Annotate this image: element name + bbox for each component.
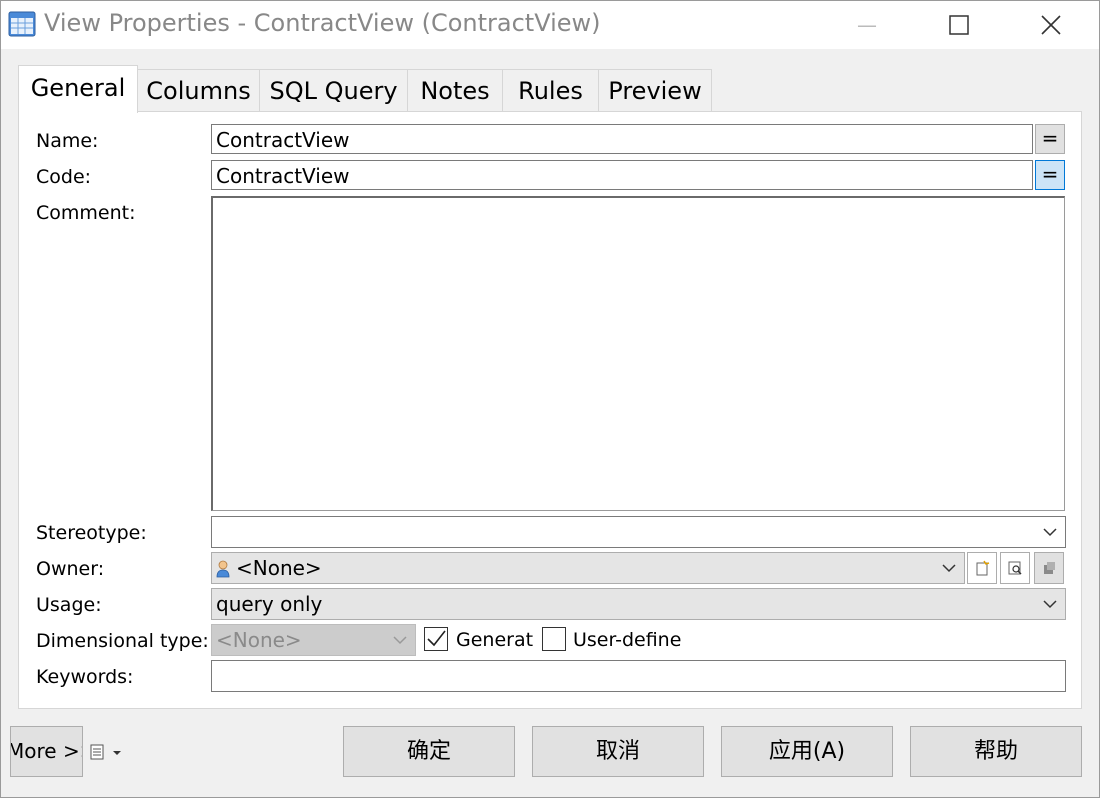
close-icon bbox=[1041, 15, 1061, 35]
dimensional-type-label: Dimensional type: bbox=[36, 630, 209, 652]
minimize-button[interactable]: — bbox=[821, 1, 913, 49]
owner-properties-button[interactable] bbox=[1000, 552, 1030, 584]
comment-label: Comment: bbox=[36, 202, 136, 224]
code-name-sync-button[interactable]: = bbox=[1035, 160, 1065, 190]
document-menu-icon bbox=[90, 744, 121, 760]
tab-general[interactable]: General bbox=[18, 65, 138, 113]
properties-icon bbox=[1008, 561, 1022, 575]
stereotype-combo[interactable] bbox=[211, 516, 1066, 548]
close-button[interactable] bbox=[1005, 1, 1097, 49]
chevron-down-icon bbox=[393, 636, 407, 645]
maximize-button[interactable] bbox=[913, 1, 1005, 49]
generate-label: Generat bbox=[456, 629, 534, 651]
keywords-input[interactable] bbox=[211, 660, 1066, 692]
name-input[interactable]: ContractView bbox=[211, 124, 1033, 154]
tab-preview[interactable]: Preview bbox=[598, 69, 712, 112]
owner-new-button[interactable] bbox=[967, 552, 997, 584]
apply-button[interactable]: 应用(A) bbox=[721, 726, 893, 777]
dimensional-type-combo: <None> bbox=[211, 624, 416, 656]
code-label: Code: bbox=[36, 166, 92, 188]
owner-value: <None> bbox=[236, 556, 322, 580]
cancel-button[interactable]: 取消 bbox=[532, 726, 704, 777]
tab-columns[interactable]: Columns bbox=[137, 69, 260, 112]
dimensional-type-value: <None> bbox=[216, 628, 302, 652]
chevron-down-icon bbox=[942, 564, 956, 573]
owner-select-button[interactable] bbox=[1034, 552, 1064, 584]
ok-button[interactable]: 确定 bbox=[343, 726, 515, 777]
tab-notes[interactable]: Notes bbox=[407, 69, 503, 112]
minimize-icon: — bbox=[857, 13, 877, 37]
usage-combo[interactable]: query only bbox=[211, 588, 1066, 620]
owner-label: Owner: bbox=[36, 558, 105, 580]
name-label: Name: bbox=[36, 130, 99, 152]
user-icon bbox=[216, 560, 230, 578]
properties-dialog: View Properties - ContractView (Contract… bbox=[0, 0, 1100, 798]
more-button[interactable]: More >> bbox=[10, 726, 83, 777]
name-code-sync-button[interactable]: = bbox=[1035, 124, 1065, 154]
document-menu-button[interactable] bbox=[89, 742, 125, 762]
new-object-icon bbox=[976, 560, 990, 576]
owner-combo[interactable]: <None> bbox=[211, 552, 965, 584]
usage-label: Usage: bbox=[36, 594, 102, 616]
usage-value: query only bbox=[216, 592, 323, 616]
keywords-label: Keywords: bbox=[36, 666, 134, 688]
user-defined-label: User-define bbox=[573, 629, 682, 651]
code-input[interactable]: ContractView bbox=[211, 160, 1033, 190]
title-bar[interactable]: View Properties - ContractView (Contract… bbox=[1, 1, 1099, 49]
user-defined-checkbox[interactable] bbox=[542, 627, 566, 651]
maximize-icon bbox=[949, 15, 969, 35]
help-button[interactable]: 帮助 bbox=[910, 726, 1082, 777]
comment-textarea[interactable] bbox=[211, 196, 1065, 511]
stereotype-label: Stereotype: bbox=[36, 522, 147, 544]
table-grid-icon bbox=[8, 11, 36, 37]
chevron-down-icon bbox=[1043, 528, 1057, 537]
window-title: View Properties - ContractView (Contract… bbox=[44, 9, 601, 37]
chevron-down-icon bbox=[1043, 600, 1057, 609]
select-object-icon bbox=[1044, 562, 1055, 574]
generate-checkbox[interactable] bbox=[424, 627, 448, 651]
tab-rules[interactable]: Rules bbox=[502, 69, 599, 112]
tab-sql-query[interactable]: SQL Query bbox=[259, 69, 408, 112]
checkmark-icon bbox=[427, 630, 446, 647]
